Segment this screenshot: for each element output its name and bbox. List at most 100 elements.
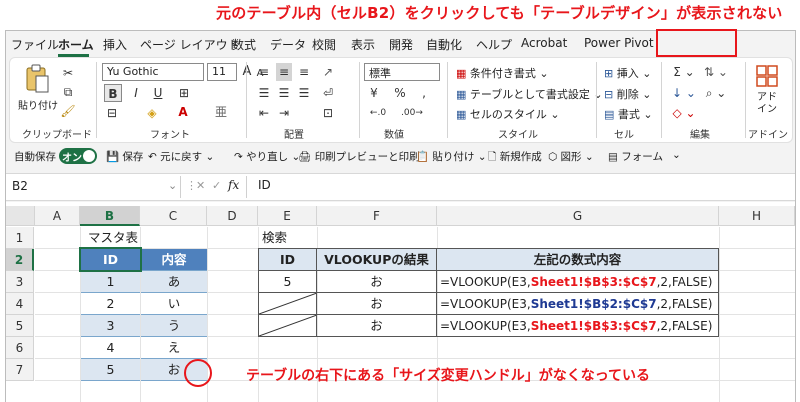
border-icon[interactable]: ⊞ (176, 84, 192, 102)
align-left-icon[interactable]: ☰ (256, 84, 272, 102)
cell-styles-button[interactable]: ▦ セルのスタイル ⌄ (456, 106, 560, 122)
align-center-icon[interactable]: ☰ (276, 84, 292, 102)
tab-page-layout[interactable]: ページ レイアウト (140, 36, 240, 53)
insert-function-icon[interactable]: fx (228, 178, 239, 192)
bold-button[interactable]: B (104, 84, 122, 102)
tab-data[interactable]: データ (270, 36, 306, 53)
qat-paste[interactable]: 📋 貼り付け ⌄ (416, 149, 487, 164)
cell-e1[interactable]: 検索 (262, 227, 287, 249)
master-content-cell[interactable]: う (141, 315, 207, 337)
row-header-4[interactable]: 4 (6, 293, 34, 315)
lookup-header-id[interactable]: ID (259, 249, 317, 271)
row-header-5[interactable]: 5 (6, 315, 34, 337)
fill-color-icon[interactable]: ◈ (143, 104, 161, 122)
select-all-corner[interactable] (6, 206, 35, 226)
copy-icon[interactable]: ⧉ (60, 83, 76, 101)
cancel-icon[interactable]: ✕ (196, 179, 205, 192)
paste-button[interactable]: 貼り付け (18, 97, 58, 112)
format-as-table-button[interactable]: ▦ テーブルとして書式設定 ⌄ (456, 86, 603, 102)
tab-power-pivot[interactable]: Power Pivot (584, 36, 654, 50)
tab-home[interactable]: ホーム (58, 36, 94, 53)
column-header-b[interactable]: B (80, 206, 140, 226)
increase-decimal-icon[interactable]: ←.0 (364, 104, 392, 122)
qat-redo[interactable]: ↷ やり直し ⌄ (234, 149, 300, 164)
column-header-d[interactable]: D (207, 206, 258, 226)
format-cells-button[interactable]: ▤ 書式 ⌄ (604, 106, 653, 122)
grow-font-button[interactable]: A (240, 63, 254, 81)
lookup-formula-cell[interactable]: =VLOOKUP(E3,Sheet1!$B$2:$C$7,2,FALSE) (437, 293, 719, 315)
add-ins-icon[interactable] (756, 65, 778, 87)
percent-format-icon[interactable]: % (390, 84, 410, 102)
lookup-header-result[interactable]: VLOOKUPの結果 (317, 249, 437, 271)
currency-format-icon[interactable]: ¥ (364, 84, 384, 102)
lookup-id-cell-empty[interactable] (259, 293, 317, 315)
autosum-icon[interactable]: Σ ⌄ (670, 63, 698, 81)
lookup-result-cell[interactable]: お (317, 315, 437, 337)
cut-icon[interactable]: ✂ (60, 64, 76, 82)
master-id-cell[interactable]: 1 (81, 271, 140, 293)
tab-automate[interactable]: 自動化 (426, 36, 462, 53)
lookup-header-formula[interactable]: 左記の数式内容 (437, 249, 719, 271)
column-header-a[interactable]: A (35, 206, 80, 226)
align-middle-icon[interactable]: ≡ (276, 63, 292, 81)
clear-icon[interactable]: ◇ ⌄ (670, 104, 698, 122)
fill-icon[interactable]: ↓ ⌄ (670, 84, 698, 102)
decrease-indent-icon[interactable]: ⇤ (256, 104, 272, 122)
master-content-cell[interactable]: え (141, 337, 207, 359)
insert-cells-button[interactable]: ⊞ 挿入 ⌄ (604, 65, 651, 81)
qat-new[interactable]: 🗋 新規作成 (488, 149, 542, 167)
qat-form[interactable]: ▤ フォーム (608, 149, 663, 164)
column-header-e[interactable]: E (258, 206, 317, 226)
lookup-formula-cell[interactable]: =VLOOKUP(E3,Sheet1!$B$3:$C$7,2,FALSE) (437, 271, 719, 293)
number-format-combo[interactable]: 標準 (364, 63, 440, 81)
tab-review[interactable]: 校閲 (312, 36, 336, 53)
name-box[interactable]: B2 (8, 177, 168, 197)
qat-print-preview[interactable]: 🖨 印刷プレビューと印刷 (298, 149, 420, 164)
font-size-combo[interactable]: 11 (207, 63, 237, 81)
tab-developer[interactable]: 開発 (389, 36, 413, 53)
tab-view[interactable]: 表示 (351, 36, 375, 53)
font-name-combo[interactable]: Yu Gothic (102, 63, 204, 81)
enter-icon[interactable]: ✓ (212, 179, 221, 192)
align-right-icon[interactable]: ☰ (296, 84, 312, 102)
master-id-cell[interactable]: 3 (81, 315, 140, 337)
column-header-c[interactable]: C (140, 206, 207, 226)
align-bottom-icon[interactable]: ≡ (296, 63, 312, 81)
find-select-icon[interactable]: ⌕ ⌄ (702, 84, 730, 102)
master-header-content[interactable]: 内容 (141, 249, 207, 271)
wrap-text-icon[interactable]: ⏎ (318, 84, 338, 102)
font-color-icon[interactable]: A (175, 103, 191, 121)
increase-indent-icon[interactable]: ⇥ (276, 104, 292, 122)
master-content-cell[interactable]: あ (141, 271, 207, 293)
row-header-6[interactable]: 6 (6, 337, 34, 359)
delete-cells-button[interactable]: ⊟ 削除 ⌄ (604, 86, 651, 102)
comma-format-icon[interactable]: , (416, 84, 432, 102)
underline-button[interactable]: U (150, 84, 166, 102)
row-header-2[interactable]: 2 (6, 249, 34, 271)
qat-shapes[interactable]: ⬡ 図形 ⌄ (548, 149, 594, 164)
column-header-g[interactable]: G (437, 206, 719, 226)
name-box-dropdown-icon[interactable]: ⌄ (168, 179, 177, 192)
orientation-icon[interactable]: ↗ (318, 63, 338, 81)
tab-formulas[interactable]: 数式 (232, 36, 256, 53)
align-top-icon[interactable]: ≡ (256, 63, 272, 81)
tab-file[interactable]: ファイル (11, 36, 59, 53)
lookup-id-cell-empty[interactable] (259, 315, 317, 337)
master-id-cell[interactable]: 5 (81, 359, 140, 381)
decrease-decimal-icon[interactable]: .00→ (398, 104, 426, 122)
lookup-result-cell[interactable]: お (317, 271, 437, 293)
lookup-id-cell[interactable]: 5 (259, 271, 317, 293)
qat-customize-icon[interactable]: ⌄ (672, 149, 681, 161)
lookup-formula-cell[interactable]: =VLOOKUP(E3,Sheet1!$B$3:$C$7,2,FALSE) (437, 315, 719, 337)
row-header-7[interactable]: 7 (6, 359, 34, 381)
row-header-1[interactable]: 1 (6, 227, 34, 249)
tab-help[interactable]: ヘルプ (476, 36, 512, 53)
phonetic-icon[interactable]: 亜 (213, 103, 229, 121)
lookup-result-cell[interactable]: お (317, 293, 437, 315)
autosave-toggle[interactable]: オン (59, 148, 97, 164)
column-header-h[interactable]: H (719, 206, 795, 226)
sort-filter-icon[interactable]: ⇅ ⌄ (702, 63, 730, 81)
cell-b1[interactable]: マスタ表 (88, 227, 138, 249)
column-header-f[interactable]: F (317, 206, 437, 226)
merge-center-icon[interactable]: ⊡ (318, 104, 338, 122)
